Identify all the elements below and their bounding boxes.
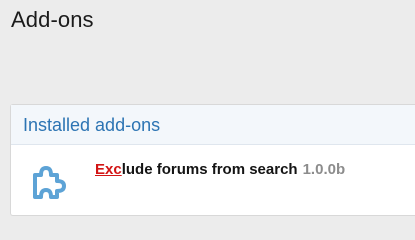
page-title: Add-ons	[11, 7, 94, 32]
addon-title-highlight[interactable]: Exc	[95, 161, 122, 178]
addon-row[interactable]: Exclude forums from search 1.0.0b	[11, 145, 415, 215]
puzzle-icon	[27, 155, 79, 207]
panel-header: Installed add-ons	[11, 105, 415, 145]
installed-addons-panel: Installed add-ons Exclude forums from se…	[10, 104, 415, 216]
installed-addons-heading: Installed add-ons	[23, 115, 161, 135]
addon-version: 1.0.0b	[302, 161, 346, 178]
addon-title[interactable]: Exclude forums from search 1.0.0b	[95, 161, 345, 178]
addon-title-rest[interactable]: lude forums from search	[122, 161, 298, 178]
